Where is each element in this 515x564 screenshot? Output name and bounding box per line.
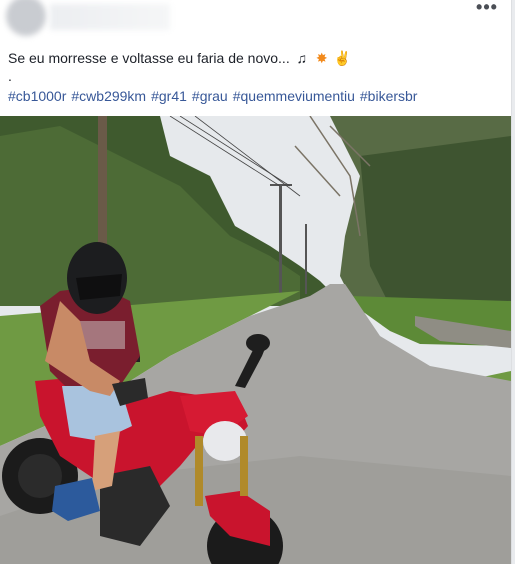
- author-name-blurred: [50, 4, 170, 30]
- motorcycle-photo-illustration: [0, 116, 511, 564]
- hashtag-list: #cb1000r #cwb299km #gr41 #grau #quemmevi…: [8, 88, 417, 104]
- post-dot: .: [8, 68, 12, 84]
- post-text: Se eu morresse e voltasse eu faria de no…: [8, 50, 290, 66]
- post-card: ••• Se eu morresse e voltasse eu faria d…: [0, 0, 512, 564]
- collision-icon: ✸: [315, 50, 328, 66]
- hashtag-link[interactable]: #grau: [192, 88, 228, 104]
- avatar[interactable]: [6, 0, 46, 36]
- post-header: •••: [0, 0, 511, 40]
- hashtag-link[interactable]: #gr41: [151, 88, 187, 104]
- music-note-icon: ♫: [296, 50, 307, 66]
- hashtag-link[interactable]: #cwb299km: [71, 88, 146, 104]
- hashtag-link[interactable]: #quemmeviumentiu: [233, 88, 355, 104]
- hashtag-link[interactable]: #bikersbr: [360, 88, 418, 104]
- hashtag-link[interactable]: #cb1000r: [8, 88, 66, 104]
- rock-hand-icon: ✌: [333, 50, 352, 66]
- more-options-icon[interactable]: •••: [473, 0, 501, 20]
- post-photo[interactable]: [0, 116, 511, 564]
- post-text-line: Se eu morresse e voltasse eu faria de no…: [8, 50, 352, 66]
